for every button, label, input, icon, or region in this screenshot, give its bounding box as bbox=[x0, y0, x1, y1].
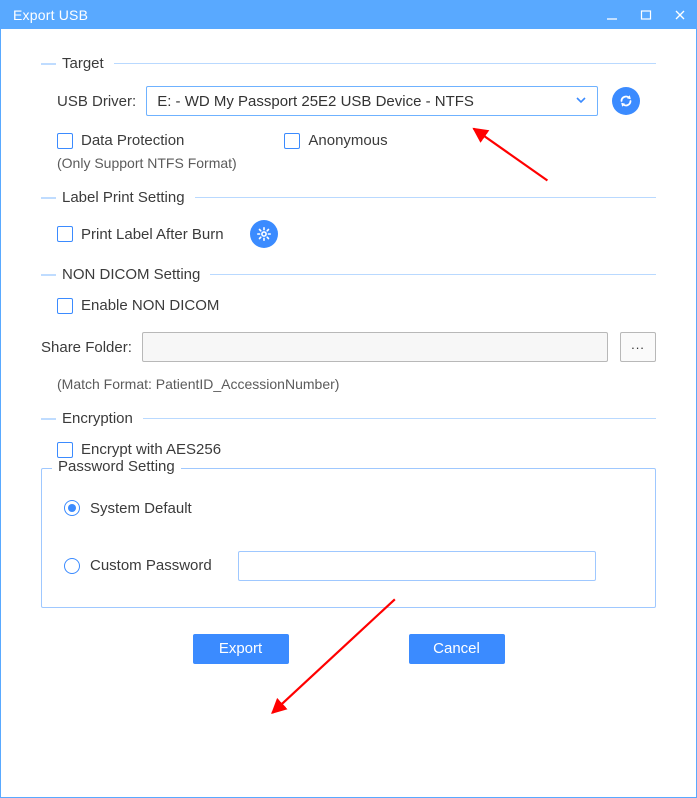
export-usb-window: Export USB — Target USB Driver: E: - WD … bbox=[0, 0, 697, 798]
anonymous-label: Anonymous bbox=[308, 132, 387, 149]
anonymous-checkbox[interactable]: Anonymous bbox=[284, 132, 387, 149]
checkbox-icon bbox=[57, 442, 73, 458]
password-setting-legend: Password Setting bbox=[52, 458, 181, 475]
export-button[interactable]: Export bbox=[193, 634, 289, 664]
checkbox-icon bbox=[57, 298, 73, 314]
checkbox-icon bbox=[284, 133, 300, 149]
usb-driver-row: USB Driver: E: - WD My Passport 25E2 USB… bbox=[57, 86, 656, 116]
window-title: Export USB bbox=[13, 7, 88, 23]
print-settings-button[interactable] bbox=[250, 220, 278, 248]
encrypt-aes-checkbox[interactable]: Encrypt with AES256 bbox=[57, 441, 221, 458]
rule-dash-icon: — bbox=[41, 410, 56, 427]
rule-line bbox=[195, 197, 656, 198]
custom-password-input[interactable] bbox=[238, 551, 596, 581]
rule-line bbox=[210, 274, 656, 275]
data-protection-checkbox[interactable]: Data Protection bbox=[57, 132, 184, 149]
group-encryption-header: — Encryption bbox=[41, 410, 656, 427]
rule-dash-icon: — bbox=[41, 266, 56, 283]
enable-nondicom-checkbox[interactable]: Enable NON DICOM bbox=[57, 297, 219, 314]
minimize-icon bbox=[606, 9, 618, 21]
radio-icon bbox=[64, 500, 80, 516]
titlebar: Export USB bbox=[1, 1, 696, 29]
group-nondicom-header: — NON DICOM Setting bbox=[41, 266, 656, 283]
refresh-icon bbox=[618, 93, 634, 109]
rule-dash-icon: — bbox=[41, 189, 56, 206]
match-format-hint: (Match Format: PatientID_AccessionNumber… bbox=[57, 376, 656, 392]
group-target-label: Target bbox=[62, 55, 104, 72]
share-folder-row: Share Folder: ... bbox=[41, 332, 656, 362]
rule-line bbox=[143, 418, 656, 419]
print-after-burn-row: Print Label After Burn bbox=[57, 220, 656, 248]
browse-button[interactable]: ... bbox=[620, 332, 656, 362]
gear-icon bbox=[256, 226, 272, 242]
password-setting-fieldset: Password Setting System Default Custom P… bbox=[41, 468, 656, 608]
checkbox-icon bbox=[57, 226, 73, 242]
rule-line bbox=[114, 63, 656, 64]
cancel-button[interactable]: Cancel bbox=[409, 634, 505, 664]
maximize-button[interactable] bbox=[638, 7, 654, 23]
share-folder-input[interactable] bbox=[142, 332, 608, 362]
usb-driver-value: E: - WD My Passport 25E2 USB Device - NT… bbox=[157, 93, 474, 110]
refresh-button[interactable] bbox=[612, 87, 640, 115]
data-protection-label: Data Protection bbox=[81, 132, 184, 149]
group-target-header: — Target bbox=[41, 55, 656, 72]
group-encryption-label: Encryption bbox=[62, 410, 133, 427]
encrypt-aes-row: Encrypt with AES256 bbox=[57, 441, 656, 458]
custom-password-radio[interactable]: Custom Password bbox=[64, 557, 212, 574]
maximize-icon bbox=[640, 9, 652, 21]
system-default-label: System Default bbox=[90, 500, 192, 517]
custom-password-label: Custom Password bbox=[90, 557, 212, 574]
target-options-row: Data Protection Anonymous bbox=[57, 132, 656, 149]
radio-icon bbox=[64, 558, 80, 574]
usb-driver-label: USB Driver: bbox=[57, 93, 136, 110]
minimize-button[interactable] bbox=[604, 7, 620, 23]
enable-nondicom-label: Enable NON DICOM bbox=[81, 297, 219, 314]
share-folder-label: Share Folder: bbox=[41, 339, 132, 356]
chevron-down-icon bbox=[575, 93, 587, 110]
group-nondicom-label: NON DICOM Setting bbox=[62, 266, 200, 283]
enable-nondicom-row: Enable NON DICOM bbox=[57, 297, 656, 314]
system-default-radio[interactable]: System Default bbox=[64, 500, 192, 517]
dialog-content: — Target USB Driver: E: - WD My Passport… bbox=[1, 29, 696, 797]
group-labelprint-label: Label Print Setting bbox=[62, 189, 185, 206]
rule-dash-icon: — bbox=[41, 55, 56, 72]
checkbox-icon bbox=[57, 133, 73, 149]
print-after-burn-checkbox[interactable]: Print Label After Burn bbox=[57, 226, 224, 243]
usb-driver-select[interactable]: E: - WD My Passport 25E2 USB Device - NT… bbox=[146, 86, 598, 116]
print-after-burn-label: Print Label After Burn bbox=[81, 226, 224, 243]
encrypt-aes-label: Encrypt with AES256 bbox=[81, 441, 221, 458]
window-controls bbox=[604, 7, 688, 23]
close-icon bbox=[674, 9, 686, 21]
group-labelprint-header: — Label Print Setting bbox=[41, 189, 656, 206]
close-button[interactable] bbox=[672, 7, 688, 23]
action-row: Export Cancel bbox=[41, 634, 656, 664]
ntfs-hint: (Only Support NTFS Format) bbox=[57, 155, 656, 171]
